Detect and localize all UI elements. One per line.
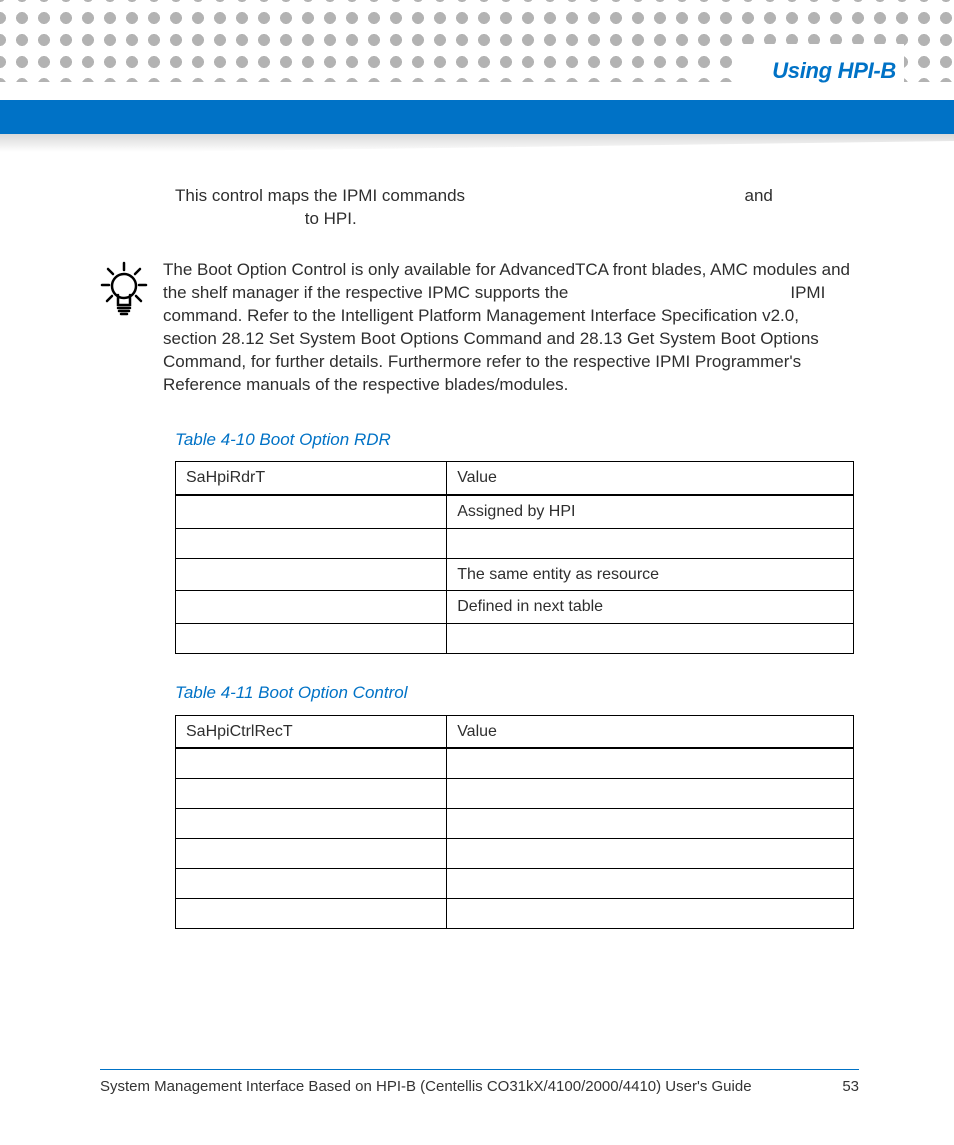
table-header-cell: Value (447, 462, 854, 495)
page-number: 53 (842, 1078, 859, 1095)
table-cell (176, 558, 447, 591)
footer-doc-title: System Management Interface Based on HPI… (100, 1078, 752, 1095)
table-cell (176, 591, 447, 624)
table-caption-2: Table 4-11 Boot Option Control (175, 682, 854, 705)
table-cell (447, 808, 854, 838)
table-cell (176, 528, 447, 558)
boot-option-rdr-table: SaHpiRdrT Value Assigned by HPI The same… (175, 461, 854, 653)
page-footer: System Management Interface Based on HPI… (100, 1069, 859, 1095)
table-row (176, 808, 854, 838)
table-header-cell: Value (447, 715, 854, 748)
table-cell (176, 778, 447, 808)
header-blue-bar (0, 100, 954, 134)
table-cell (176, 868, 447, 898)
table-cell: The same entity as resource (447, 558, 854, 591)
table-header-row: SaHpiCtrlRecT Value (176, 715, 854, 748)
table-cell (447, 868, 854, 898)
table-cell (447, 528, 854, 558)
table-cell (176, 898, 447, 928)
table-cell (447, 623, 854, 653)
table-row (176, 623, 854, 653)
page-content: This control maps the IPMI commands and … (0, 185, 954, 957)
table-row (176, 748, 854, 778)
intro-text-part1: This control maps the IPMI commands (175, 186, 465, 205)
section-title: Using HPI-B (732, 44, 904, 94)
header-gray-gradient (0, 134, 954, 154)
lightbulb-icon (100, 261, 148, 328)
table-cell (176, 808, 447, 838)
table-cell (176, 748, 447, 778)
table-header-cell: SaHpiCtrlRecT (176, 715, 447, 748)
table-caption-1: Table 4-10 Boot Option RDR (175, 429, 854, 452)
table-row (176, 528, 854, 558)
table-row: Defined in next table (176, 591, 854, 624)
table-cell (176, 623, 447, 653)
table-cell (447, 748, 854, 778)
table-row: The same entity as resource (176, 558, 854, 591)
table-row: Assigned by HPI (176, 495, 854, 528)
table-row (176, 898, 854, 928)
table-cell (447, 778, 854, 808)
table-header-cell: SaHpiRdrT (176, 462, 447, 495)
table-row (176, 868, 854, 898)
intro-paragraph: This control maps the IPMI commands and … (175, 185, 854, 231)
table-cell (447, 838, 854, 868)
table-header-row: SaHpiRdrT Value (176, 462, 854, 495)
table-cell: Defined in next table (447, 591, 854, 624)
table-row (176, 778, 854, 808)
table-cell (176, 495, 447, 528)
boot-option-control-table: SaHpiCtrlRecT Value (175, 715, 854, 929)
note-block: The Boot Option Control is only availabl… (100, 259, 854, 397)
table-cell (176, 838, 447, 868)
table-cell: Assigned by HPI (447, 495, 854, 528)
table-row (176, 838, 854, 868)
intro-text-part2: to HPI. (305, 209, 357, 228)
note-text: The Boot Option Control is only availabl… (163, 259, 854, 397)
intro-and: and (745, 186, 773, 205)
table-cell (447, 898, 854, 928)
